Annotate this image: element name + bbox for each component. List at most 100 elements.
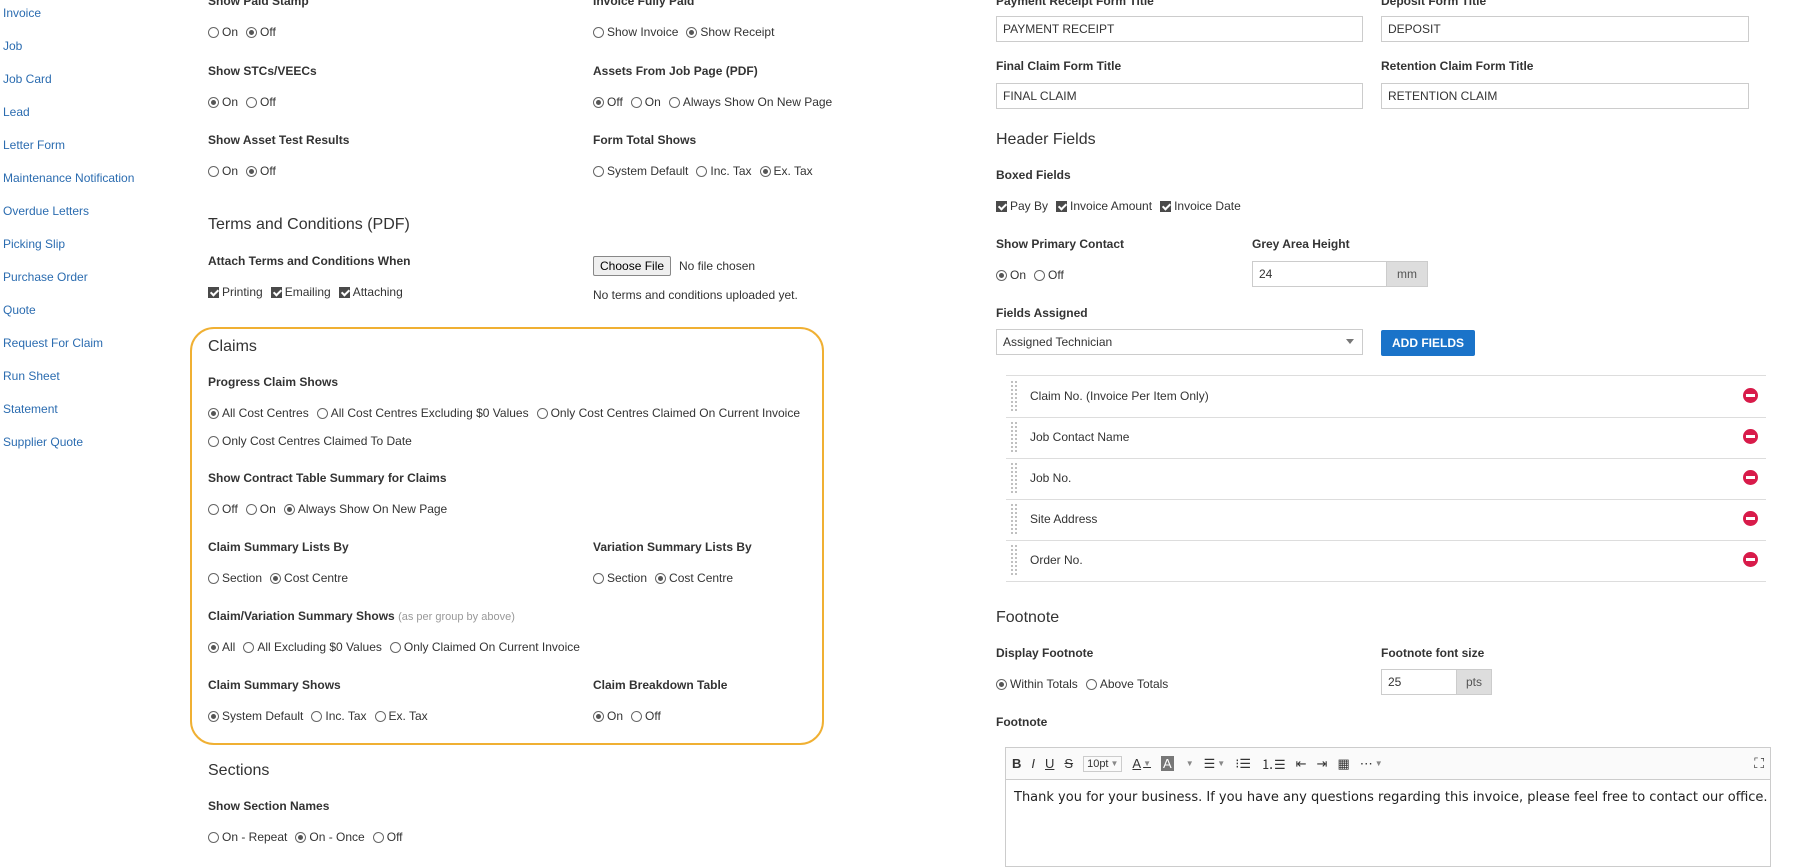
radio-option-on[interactable]: On [208,25,238,39]
font-size-select[interactable]: 10pt ▼ [1083,755,1123,772]
radio-option-on[interactable]: On [630,95,661,109]
sidebar-item-run-sheet[interactable]: Run Sheet [3,369,60,383]
radio-option-system-default[interactable]: System Default [593,164,688,178]
radio-option-all-cost-centres[interactable]: All Cost Centres [208,406,309,420]
checkbox-option-emailing[interactable]: Emailing [270,285,331,299]
fields-assigned-select[interactable]: Assigned Technician [996,329,1363,355]
radio-option-off[interactable]: Off [246,95,276,109]
indent-icon[interactable]: ⇥ [1317,756,1328,772]
remove-icon[interactable] [1743,552,1758,567]
radio-option-always-show-on-new-page[interactable]: Always Show On New Page [668,95,832,109]
checkbox[interactable] [1056,200,1068,212]
add-fields-button[interactable]: ADD FIELDS [1381,330,1475,356]
radio-button[interactable] [374,710,386,722]
sidebar-item-letter-form[interactable]: Letter Form [3,138,65,152]
drag-handle-icon[interactable] [1010,544,1018,577]
drag-handle-icon[interactable] [1010,421,1018,454]
radio-option-off[interactable]: Off [1034,268,1064,282]
radio-button[interactable] [283,503,295,515]
remove-icon[interactable] [1743,388,1758,403]
bullet-list-icon[interactable]: ⁝☰ [1235,756,1251,772]
deposit-input[interactable] [1381,16,1749,42]
radio-option-only-claimed-on-current-invoice[interactable]: Only Claimed On Current Invoice [389,640,580,654]
radio-button[interactable] [389,641,401,653]
radio-button[interactable] [208,503,219,515]
checkbox[interactable] [270,286,282,298]
radio-button[interactable] [696,165,708,177]
sidebar-item-overdue-letters[interactable]: Overdue Letters [3,204,89,218]
radio-option-show-receipt[interactable]: Show Receipt [686,25,774,39]
field-row[interactable]: Site Address [1006,499,1766,541]
checkbox[interactable] [338,286,350,298]
radio-button[interactable] [243,641,255,653]
radio-option-off[interactable]: Off [372,830,403,844]
radio-button[interactable] [208,710,219,722]
sidebar-item-picking-slip[interactable]: Picking Slip [3,237,65,251]
radio-option-system-default[interactable]: System Default [208,709,303,723]
radio-button[interactable] [245,503,257,515]
sidebar-item-lead[interactable]: Lead [3,105,30,119]
sidebar-item-request-for-claim[interactable]: Request For Claim [3,336,103,350]
choose-file-button[interactable]: Choose File [593,256,672,276]
italic-icon[interactable]: I [1031,756,1035,771]
remove-icon[interactable] [1743,470,1758,485]
checkbox[interactable] [1160,200,1172,212]
radio-option-only-cost-centres-claimed-on-current-invoice[interactable]: Only Cost Centres Claimed On Current Inv… [536,406,800,420]
radio-button[interactable] [208,572,219,584]
payment-receipt-input[interactable] [996,16,1363,42]
radio-button[interactable] [316,407,328,419]
outdent-icon[interactable]: ⇤ [1296,756,1307,772]
radio-button[interactable] [668,96,680,108]
checkbox-option-invoice-date[interactable]: Invoice Date [1160,199,1241,213]
numbered-list-icon[interactable]: ⒈☰ [1261,754,1286,773]
sidebar-item-purchase-order[interactable]: Purchase Order [3,270,88,284]
radio-button[interactable] [295,831,307,843]
sidebar-item-maintenance-notification[interactable]: Maintenance Notification [3,171,134,185]
bold-icon[interactable]: B [1012,756,1021,771]
radio-option-on[interactable]: On [208,95,238,109]
radio-button[interactable] [536,407,548,419]
radio-option-off[interactable]: Off [208,502,238,516]
sidebar-item-quote[interactable]: Quote [3,303,36,317]
radio-option-on[interactable]: On [245,502,276,516]
radio-option-cost-centre[interactable]: Cost Centre [655,571,733,585]
radio-option-on[interactable]: On [996,268,1026,282]
field-row[interactable]: Job No. [1006,458,1766,500]
radio-button[interactable] [593,26,604,38]
sidebar-item-supplier-quote[interactable]: Supplier Quote [3,435,83,449]
radio-option-section[interactable]: Section [208,571,262,585]
sidebar-item-job[interactable]: Job [3,39,22,53]
sidebar-item-job-card[interactable]: Job Card [3,72,52,86]
radio-option-on[interactable]: On [208,164,238,178]
radio-button[interactable] [208,26,219,38]
remove-icon[interactable] [1743,511,1758,526]
checkbox-option-attaching[interactable]: Attaching [338,285,403,299]
radio-button[interactable] [270,572,282,584]
radio-option-off[interactable]: Off [246,25,276,39]
radio-button[interactable] [372,831,384,843]
radio-option-show-invoice[interactable]: Show Invoice [593,25,678,39]
radio-option-only-cost-centres-claimed-to-date[interactable]: Only Cost Centres Claimed To Date [208,434,412,448]
checkbox[interactable] [996,200,1007,212]
radio-button[interactable] [208,96,219,108]
radio-button[interactable] [246,26,258,38]
radio-button[interactable] [593,96,604,108]
radio-option-above-totals[interactable]: Above Totals [1085,677,1168,691]
radio-button[interactable] [630,96,642,108]
grey-area-input[interactable] [1252,261,1387,287]
footnote-editor[interactable]: B I U S 10pt ▼ A ▼ A ▼ ☰ ▼ ⁝☰ ⒈☰ ⇤ ⇥ ▦ ⋯ ▼ ⛶ … [1005,747,1771,867]
radio-option-on-once[interactable]: On - Once [295,830,365,844]
radio-button[interactable] [593,710,604,722]
radio-button[interactable] [996,678,1007,690]
radio-option-ex-tax[interactable]: Ex. Tax [759,164,813,178]
radio-button[interactable] [208,407,219,419]
radio-button[interactable] [1034,269,1046,281]
radio-button[interactable] [1085,678,1097,690]
table-icon[interactable]: ▦ [1337,756,1349,772]
radio-button[interactable] [246,96,258,108]
radio-option-always-show-on-new-page[interactable]: Always Show On New Page [283,502,447,516]
field-row[interactable]: Order No. [1006,540,1766,582]
field-row[interactable]: Claim No. (Invoice Per Item Only) [1006,376,1766,418]
radio-option-off[interactable]: Off [246,164,276,178]
radio-option-all-excluding-0-values[interactable]: All Excluding $0 Values [243,640,382,654]
